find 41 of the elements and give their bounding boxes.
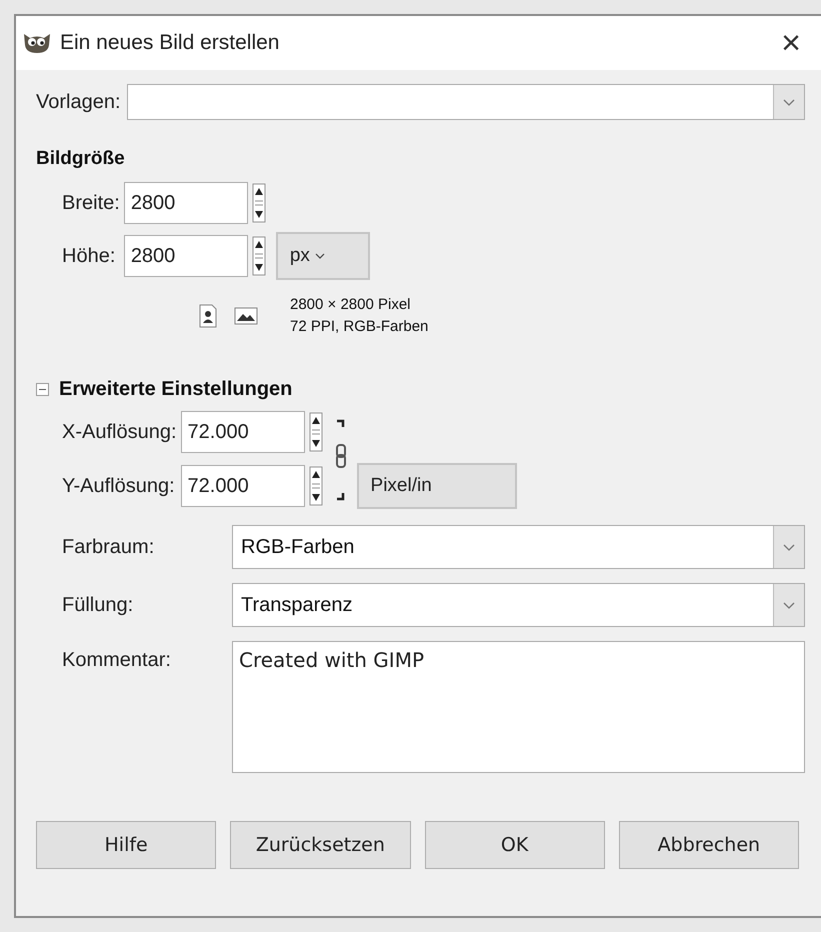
comment-field[interactable]: Created with GIMP (232, 641, 805, 773)
select-dropdown[interactable]: Transparenz (232, 583, 805, 627)
dialog-button[interactable]: Abbrechen (618, 821, 799, 869)
section-heading: Bildgröße (36, 148, 126, 170)
collapse-icon[interactable] (36, 383, 49, 396)
spinner-icon[interactable] (252, 183, 266, 223)
dialog-button[interactable]: OK (424, 821, 605, 869)
field-label: Farbraum: (62, 536, 156, 558)
field-label: Kommentar: (62, 648, 172, 672)
spinner-icon[interactable] (308, 466, 323, 506)
field-label: Breite: (62, 192, 120, 214)
spinner-icon[interactable] (308, 412, 323, 452)
dialog-button[interactable]: Hilfe (36, 821, 216, 869)
image-info-text: 72 PPI, RGB-Farben (290, 317, 428, 337)
width-input[interactable]: 2800 (124, 182, 248, 224)
chevron-down-icon (773, 85, 804, 119)
field-label: Y-Auflösung: (62, 474, 176, 498)
landscape-icon[interactable] (234, 306, 258, 326)
select-value: RGB-Farben (240, 536, 356, 558)
height-input[interactable]: 2800 (124, 235, 248, 277)
field-label: Füllung: (62, 594, 134, 616)
x-resolution-input[interactable]: 72.000 (180, 411, 305, 453)
image-info-text: 2800 × 2800 Pixel (290, 295, 412, 315)
field-label: Höhe: (62, 244, 116, 268)
chevron-down-icon (773, 584, 804, 626)
app-icon (22, 31, 52, 55)
dialog-button[interactable]: Zurücksetzen (230, 821, 410, 869)
select-dropdown[interactable]: RGB-Farben (232, 525, 805, 569)
resolution-unit-dropdown[interactable]: Pixel/in (356, 463, 517, 509)
portrait-icon[interactable] (198, 304, 218, 328)
chevron-down-icon (773, 526, 804, 568)
select-value: Transparenz (240, 594, 354, 616)
close-button[interactable]: × (761, 18, 821, 68)
y-resolution-input[interactable]: 72.000 (180, 465, 305, 507)
chevron-down-icon (314, 251, 326, 261)
unit-dropdown[interactable]: px (276, 232, 370, 280)
field-label: X-Auflösung: (62, 420, 177, 444)
window-title: Ein neues Bild erstellen (60, 31, 280, 55)
spinner-icon[interactable] (252, 236, 266, 276)
section-heading: Erweiterte Einstellungen (59, 378, 292, 401)
field-label: Vorlagen: (36, 90, 121, 114)
